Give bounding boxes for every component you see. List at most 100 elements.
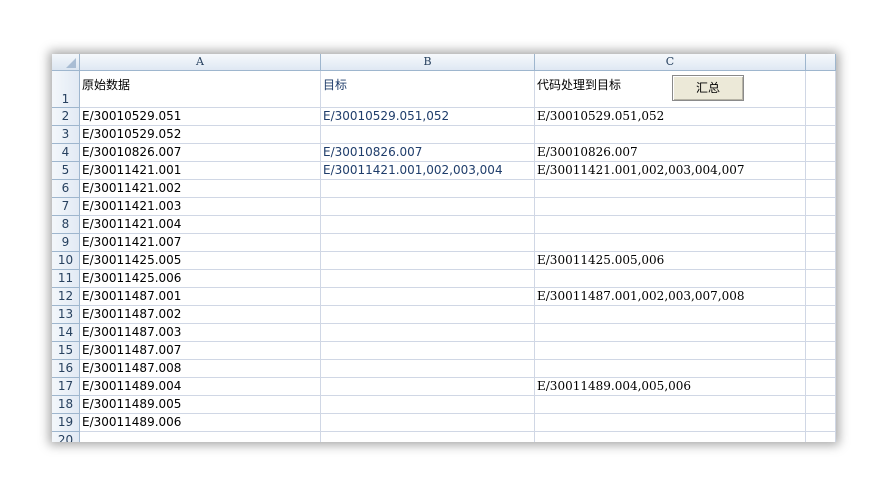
- row-header[interactable]: 10: [52, 252, 80, 270]
- cell-d16[interactable]: [806, 360, 836, 378]
- row-header[interactable]: 18: [52, 396, 80, 414]
- cell-b11[interactable]: [321, 270, 535, 288]
- cell-b16[interactable]: [321, 360, 535, 378]
- select-all-corner[interactable]: [52, 54, 80, 71]
- cell-c18[interactable]: [535, 396, 806, 414]
- row-header[interactable]: 1: [52, 71, 80, 108]
- cell-b10[interactable]: [321, 252, 535, 270]
- cell-a16[interactable]: E/30011487.008: [80, 360, 321, 378]
- column-header-a[interactable]: A: [80, 54, 321, 71]
- cell-a3[interactable]: E/30010529.052: [80, 126, 321, 144]
- cell-a2[interactable]: E/30010529.051: [80, 108, 321, 126]
- column-header-c[interactable]: C: [535, 54, 806, 71]
- cell-d11[interactable]: [806, 270, 836, 288]
- cell-b19[interactable]: [321, 414, 535, 432]
- cell-b12[interactable]: [321, 288, 535, 306]
- cell-c8[interactable]: [535, 216, 806, 234]
- row-header[interactable]: 16: [52, 360, 80, 378]
- cell-a19[interactable]: E/30011489.006: [80, 414, 321, 432]
- cell-a12[interactable]: E/30011487.001: [80, 288, 321, 306]
- row-header[interactable]: 7: [52, 198, 80, 216]
- cell-c3[interactable]: [535, 126, 806, 144]
- row-header[interactable]: 13: [52, 306, 80, 324]
- row-header[interactable]: 5: [52, 162, 80, 180]
- cell-d2[interactable]: [806, 108, 836, 126]
- cell-d12[interactable]: [806, 288, 836, 306]
- cell-d6[interactable]: [806, 180, 836, 198]
- row-header[interactable]: 3: [52, 126, 80, 144]
- cell-a18[interactable]: E/30011489.005: [80, 396, 321, 414]
- cell-c20[interactable]: [535, 432, 806, 442]
- cell-b4[interactable]: E/30010826.007: [321, 144, 535, 162]
- row-header[interactable]: 15: [52, 342, 80, 360]
- column-header-b[interactable]: B: [321, 54, 535, 71]
- cell-a6[interactable]: E/30011421.002: [80, 180, 321, 198]
- cell-a20[interactable]: [80, 432, 321, 442]
- cell-b7[interactable]: [321, 198, 535, 216]
- cell-c6[interactable]: [535, 180, 806, 198]
- cell-a1[interactable]: 原始数据: [80, 71, 321, 108]
- row-header[interactable]: 4: [52, 144, 80, 162]
- cell-d10[interactable]: [806, 252, 836, 270]
- row-header[interactable]: 8: [52, 216, 80, 234]
- cell-b6[interactable]: [321, 180, 535, 198]
- cell-c13[interactable]: [535, 306, 806, 324]
- cell-c12[interactable]: E/30011487.001,002,003,007,008: [535, 288, 806, 306]
- row-header[interactable]: 17: [52, 378, 80, 396]
- cell-d8[interactable]: [806, 216, 836, 234]
- cell-a8[interactable]: E/30011421.004: [80, 216, 321, 234]
- cell-b9[interactable]: [321, 234, 535, 252]
- cell-d13[interactable]: [806, 306, 836, 324]
- cell-d5[interactable]: [806, 162, 836, 180]
- row-header[interactable]: 11: [52, 270, 80, 288]
- cell-a15[interactable]: E/30011487.007: [80, 342, 321, 360]
- row-header[interactable]: 14: [52, 324, 80, 342]
- cell-a4[interactable]: E/30010826.007: [80, 144, 321, 162]
- cell-a9[interactable]: E/30011421.007: [80, 234, 321, 252]
- cell-c19[interactable]: [535, 414, 806, 432]
- cell-c10[interactable]: E/30011425.005,006: [535, 252, 806, 270]
- cell-a11[interactable]: E/30011425.006: [80, 270, 321, 288]
- cell-c16[interactable]: [535, 360, 806, 378]
- cell-d19[interactable]: [806, 414, 836, 432]
- cell-b20[interactable]: [321, 432, 535, 442]
- cell-d17[interactable]: [806, 378, 836, 396]
- cell-c4[interactable]: E/30010826.007: [535, 144, 806, 162]
- cell-a17[interactable]: E/30011489.004: [80, 378, 321, 396]
- column-header-d[interactable]: [806, 54, 836, 71]
- cell-c5[interactable]: E/30011421.001,002,003,004,007: [535, 162, 806, 180]
- cell-c17[interactable]: E/30011489.004,005,006: [535, 378, 806, 396]
- cell-d14[interactable]: [806, 324, 836, 342]
- cell-c2[interactable]: E/30010529.051,052: [535, 108, 806, 126]
- cell-b15[interactable]: [321, 342, 535, 360]
- cell-b13[interactable]: [321, 306, 535, 324]
- cell-c14[interactable]: [535, 324, 806, 342]
- cell-d7[interactable]: [806, 198, 836, 216]
- row-header[interactable]: 2: [52, 108, 80, 126]
- cell-d9[interactable]: [806, 234, 836, 252]
- cell-b2[interactable]: E/30010529.051,052: [321, 108, 535, 126]
- cell-b5[interactable]: E/30011421.001,002,003,004: [321, 162, 535, 180]
- cell-b18[interactable]: [321, 396, 535, 414]
- cell-d18[interactable]: [806, 396, 836, 414]
- cell-c11[interactable]: [535, 270, 806, 288]
- cell-d3[interactable]: [806, 126, 836, 144]
- cell-c1[interactable]: 代码处理到目标: [535, 71, 806, 108]
- cell-b1[interactable]: 目标: [321, 71, 535, 108]
- cell-a5[interactable]: E/30011421.001: [80, 162, 321, 180]
- cell-b8[interactable]: [321, 216, 535, 234]
- row-header[interactable]: 12: [52, 288, 80, 306]
- cell-a7[interactable]: E/30011421.003: [80, 198, 321, 216]
- row-header[interactable]: 19: [52, 414, 80, 432]
- cell-d1[interactable]: [806, 71, 836, 108]
- cell-b14[interactable]: [321, 324, 535, 342]
- cell-b3[interactable]: [321, 126, 535, 144]
- cell-d15[interactable]: [806, 342, 836, 360]
- cell-d20[interactable]: [806, 432, 836, 442]
- cell-c9[interactable]: [535, 234, 806, 252]
- cell-c15[interactable]: [535, 342, 806, 360]
- summary-button[interactable]: 汇总: [672, 75, 744, 101]
- row-header[interactable]: 6: [52, 180, 80, 198]
- cell-b17[interactable]: [321, 378, 535, 396]
- cell-a13[interactable]: E/30011487.002: [80, 306, 321, 324]
